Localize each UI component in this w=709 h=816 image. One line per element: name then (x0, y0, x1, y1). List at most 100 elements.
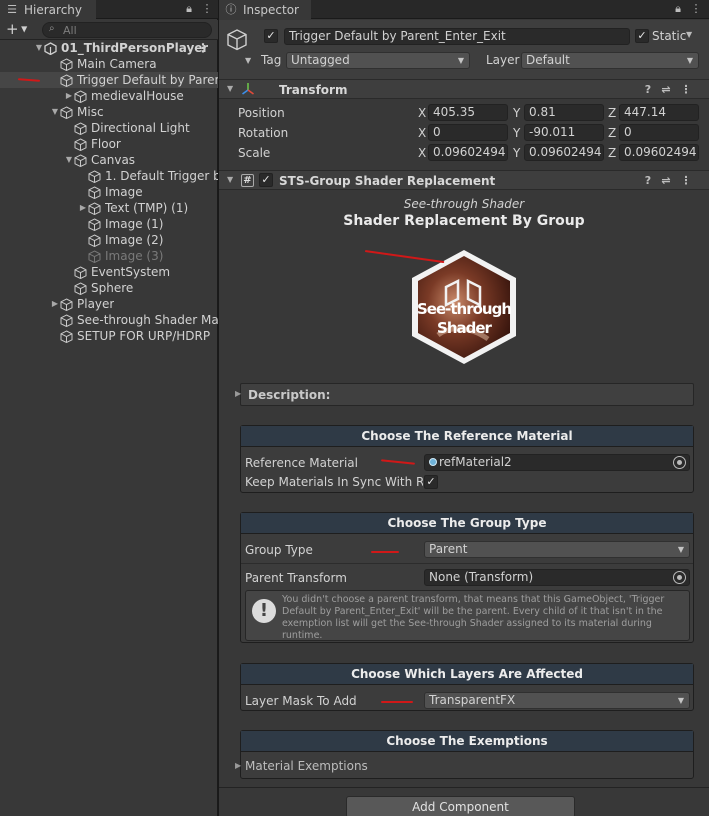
fold-open-icon[interactable]: ▼ (227, 84, 233, 93)
info-icon: ⓘ (225, 2, 237, 16)
rotation-label: Rotation (238, 126, 289, 140)
list-item[interactable]: Floor (0, 136, 218, 152)
gameobject-cube-icon (60, 73, 73, 87)
layer-label: Layer (486, 53, 520, 67)
reference-material-field[interactable]: refMaterial2 (424, 454, 690, 471)
material-exemptions-foldout[interactable]: Material Exemptions (245, 759, 368, 773)
parent-transform-field[interactable]: None (Transform) (424, 569, 690, 586)
axis-z-label: Z (608, 126, 617, 140)
list-item[interactable]: ▶ medievalHouse (0, 88, 218, 104)
see-through-shader-logo: See-through Shader (412, 250, 516, 364)
gameobject-cube-icon (88, 217, 101, 231)
list-item[interactable]: Image (2) (0, 232, 218, 248)
layer-dropdown[interactable]: Default ▼ (521, 52, 699, 69)
more-options-icon[interactable]: ⋮ (689, 2, 703, 16)
list-item[interactable]: Directional Light (0, 120, 218, 136)
list-item[interactable]: Image (1) (0, 216, 218, 232)
component-enabled-checkbox[interactable]: ✓ (259, 173, 273, 187)
group-type-dropdown[interactable]: Parent ▼ (424, 541, 690, 558)
description-foldout[interactable]: ▶ Description: (235, 383, 694, 406)
axis-y-label: Y (513, 146, 521, 160)
fold-closed-icon[interactable]: ▶ (235, 389, 241, 398)
help-icon[interactable]: ? (641, 174, 655, 188)
reference-material-section: Choose The Reference Material Reference … (240, 425, 694, 493)
chevron-down-icon[interactable]: ▼ (245, 56, 251, 65)
lock-icon[interactable]: 🔒︎ (182, 2, 196, 16)
sts-component-header[interactable]: ▼ # ✓ STS-Group Shader Replacement ? ⇌ ⋮ (219, 170, 709, 190)
static-label: Static (652, 29, 687, 43)
parent-transform-value: None (Transform) (429, 570, 534, 584)
position-y-field[interactable]: 0.81 (524, 104, 604, 121)
object-picker-icon[interactable] (673, 456, 686, 469)
add-button[interactable]: + ▼ (6, 22, 36, 38)
unity-scene-icon (44, 41, 57, 55)
position-z-field[interactable]: 447.14 (619, 104, 699, 121)
list-item[interactable]: 1. Default Trigger by Parent (0, 168, 218, 184)
fold-open-icon[interactable]: ▼ (34, 40, 44, 56)
gameobject-cube-icon (60, 297, 73, 311)
tab-inspector[interactable]: ⓘ Inspector (219, 0, 311, 19)
list-item-label: Player (77, 297, 115, 311)
fold-open-icon[interactable]: ▼ (64, 152, 74, 168)
list-item-label: Sphere (91, 281, 134, 295)
list-item-scene-root[interactable]: ▼ 01_ThirdPersonPlayer ⋮ (0, 40, 218, 56)
transform-axes-icon (242, 83, 254, 95)
tab-hierarchy[interactable]: ☰ Hierarchy (0, 0, 96, 19)
more-options-icon[interactable]: ⋮ (679, 83, 693, 97)
fold-closed-icon[interactable]: ▶ (50, 296, 60, 312)
scale-x-field[interactable]: 0.09602494 (428, 144, 508, 161)
more-options-icon[interactable]: ⋮ (200, 2, 214, 16)
material-sphere-icon (429, 458, 437, 466)
transform-header[interactable]: ▼ Transform ? ⇌ ⋮ (219, 79, 709, 99)
gameobject-cube-icon (74, 153, 87, 167)
lock-icon[interactable]: 🔒︎ (671, 2, 685, 16)
rotation-y-field[interactable]: -90.011 (524, 124, 604, 141)
fold-open-icon[interactable]: ▼ (50, 104, 60, 120)
list-item-label: EventSystem (91, 265, 171, 279)
preset-icon[interactable]: ⇌ (659, 174, 673, 188)
keep-sync-checkbox[interactable]: ✓ (424, 475, 438, 489)
group-type-label: Group Type (245, 543, 313, 557)
list-item[interactable]: See-through Shader Manager (0, 312, 218, 328)
list-item-label: Floor (91, 137, 121, 151)
fold-closed-icon[interactable]: ▶ (78, 200, 88, 216)
list-item[interactable]: ▼ Canvas (0, 152, 218, 168)
list-item[interactable]: ▶ Player (0, 296, 218, 312)
list-item-label: Canvas (91, 153, 136, 167)
list-item[interactable]: Image (0, 184, 218, 200)
rotation-x-field[interactable]: 0 (428, 124, 508, 141)
layer-mask-dropdown[interactable]: TransparentFX ▼ (424, 692, 690, 709)
list-item[interactable]: ▼ Misc (0, 104, 218, 120)
fold-closed-icon[interactable]: ▶ (64, 88, 74, 104)
axis-y-label: Y (513, 106, 521, 120)
gameobject-cube-icon (60, 329, 73, 343)
chevron-down-icon[interactable]: ▼ (686, 30, 692, 39)
sts-heading: Shader Replacement By Group (343, 213, 585, 229)
fold-closed-icon[interactable]: ▶ (235, 761, 241, 770)
preset-icon[interactable]: ⇌ (659, 83, 673, 97)
list-item[interactable]: Sphere (0, 280, 218, 296)
list-item-inactive[interactable]: Image (3) (0, 248, 218, 264)
more-options-icon[interactable]: ⋮ (197, 41, 209, 55)
static-checkbox[interactable]: ✓ (635, 29, 649, 43)
rotation-z-field[interactable]: 0 (619, 124, 699, 141)
position-x-field[interactable]: 405.35 (428, 104, 508, 121)
help-icon[interactable]: ? (641, 83, 655, 97)
more-options-icon[interactable]: ⋮ (679, 174, 693, 188)
active-checkbox[interactable]: ✓ (264, 29, 278, 43)
search-placeholder: All (63, 24, 77, 37)
object-name-field[interactable]: Trigger Default by Parent_Enter_Exit (284, 28, 630, 45)
tag-dropdown[interactable]: Untagged ▼ (286, 52, 470, 69)
object-picker-icon[interactable] (673, 571, 686, 584)
keep-sync-label: Keep Materials In Sync With Reference (245, 475, 423, 489)
list-item[interactable]: ▶ Text (TMP) (1) (0, 200, 218, 216)
axis-z-label: Z (608, 106, 617, 120)
scale-y-field[interactable]: 0.09602494 (524, 144, 604, 161)
list-item[interactable]: EventSystem (0, 264, 218, 280)
list-item[interactable]: SETUP FOR URP/HDRP (0, 328, 218, 344)
hierarchy-search-field[interactable]: ⌕ All (42, 22, 212, 38)
scale-z-field[interactable]: 0.09602494 (619, 144, 699, 161)
add-component-button[interactable]: Add Component (346, 796, 575, 816)
list-item[interactable]: Main Camera (0, 56, 218, 72)
fold-open-icon[interactable]: ▼ (227, 175, 233, 184)
